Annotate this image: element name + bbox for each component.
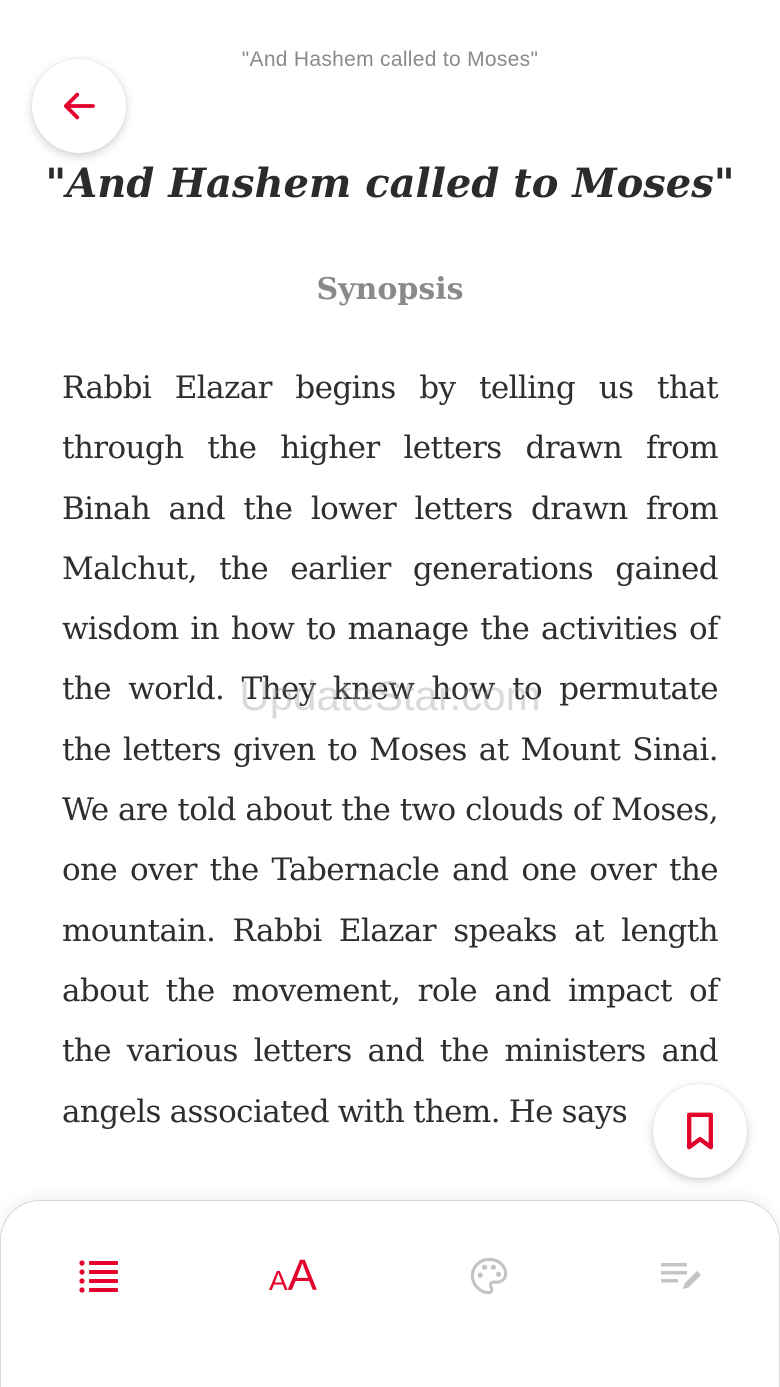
palette-icon <box>470 1257 508 1295</box>
notes-icon <box>661 1263 701 1289</box>
font-size-button[interactable]: AA <box>253 1249 333 1303</box>
reader-screen: "And Hashem called to Moses" "And Hashem… <box>0 0 780 1387</box>
notes-button[interactable] <box>642 1249 722 1303</box>
back-button[interactable] <box>32 59 126 153</box>
bookmark-icon <box>687 1112 713 1150</box>
font-size-icon: AA <box>269 1254 317 1298</box>
chapter-title: "And Hashem called to Moses" <box>45 160 735 207</box>
theme-button[interactable] <box>449 1249 529 1303</box>
toc-button[interactable] <box>59 1249 139 1303</box>
top-bar-title: "And Hashem called to Moses" <box>241 48 539 71</box>
bookmark-button[interactable] <box>653 1084 747 1178</box>
font-size-icon-small: A <box>268 1265 288 1296</box>
arrow-left-icon <box>63 92 95 120</box>
bottom-toolbar: AA <box>0 1200 780 1387</box>
synopsis-paragraph: Rabbi Elazar begins by telling us that t… <box>62 370 719 1130</box>
font-size-icon-big: A <box>287 1251 318 1300</box>
section-heading: Synopsis <box>316 272 464 307</box>
list-icon <box>79 1260 118 1293</box>
